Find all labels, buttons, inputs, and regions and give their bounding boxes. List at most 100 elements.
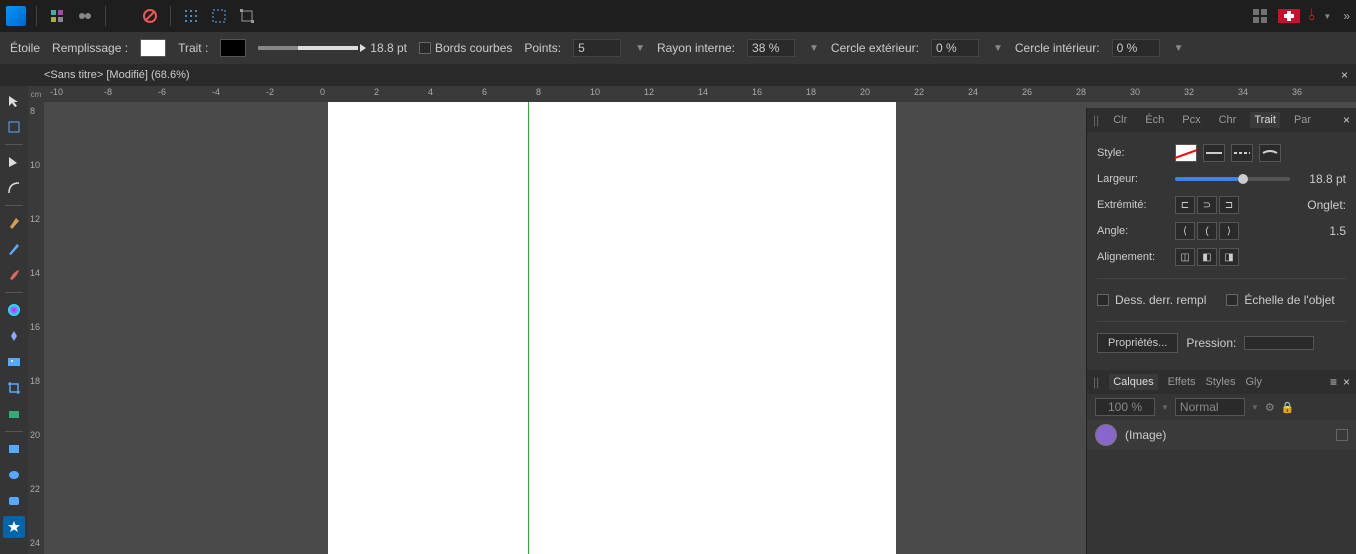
rounded-rect-tool-icon[interactable]: [3, 490, 25, 512]
move-tool-icon[interactable]: [3, 90, 25, 112]
fill-swatch[interactable]: [140, 39, 166, 57]
cap-square-button[interactable]: ⊐: [1219, 196, 1239, 214]
panel-close-icon[interactable]: ×: [1343, 375, 1350, 389]
panel-menu-icon[interactable]: ≡: [1330, 375, 1337, 389]
align-inside-button[interactable]: ◧: [1197, 248, 1217, 266]
separator: [36, 6, 37, 26]
stroke-label: Trait :: [178, 41, 208, 55]
pressure-curve-button[interactable]: [1244, 336, 1314, 350]
tab-character[interactable]: Chr: [1215, 112, 1241, 128]
fill-tool-icon[interactable]: [3, 299, 25, 321]
points-label: Points:: [524, 41, 561, 55]
outer-circle-label: Cercle extérieur:: [831, 41, 919, 55]
grid-dashed-icon[interactable]: [209, 6, 229, 26]
cap-butt-button[interactable]: ⊏: [1175, 196, 1195, 214]
tab-effects[interactable]: Effets: [1168, 376, 1196, 388]
corner-tool-icon[interactable]: [3, 177, 25, 199]
more-icon[interactable]: »: [1343, 9, 1350, 23]
persona-liquify-icon[interactable]: [75, 6, 95, 26]
close-document-icon[interactable]: ×: [1341, 68, 1348, 82]
outer-circle-input[interactable]: [931, 39, 979, 57]
canvas-viewport[interactable]: cm -10-8-6-4-202468101214161820222426283…: [28, 86, 1356, 554]
tab-glyphs[interactable]: Gly: [1246, 376, 1263, 388]
separator: [170, 6, 171, 26]
persona-designer-icon[interactable]: [47, 6, 67, 26]
inner-radius-label: Rayon interne:: [657, 41, 735, 55]
tab-layers[interactable]: Calques: [1109, 374, 1157, 390]
align-center-button[interactable]: ◫: [1175, 248, 1195, 266]
layer-lock-icon[interactable]: 🔒: [1281, 401, 1295, 414]
tab-paragraph[interactable]: Par: [1290, 112, 1315, 128]
align-outside-button[interactable]: ◨: [1219, 248, 1239, 266]
tab-color[interactable]: Clr: [1109, 112, 1131, 128]
vertical-ruler[interactable]: 81012141618202224: [28, 102, 44, 554]
panel-close-icon[interactable]: ×: [1343, 113, 1350, 127]
tab-brushes[interactable]: Pcx: [1178, 112, 1204, 128]
tool-column: [0, 86, 28, 554]
pencil-tool-icon[interactable]: [3, 238, 25, 260]
brush-tool-icon[interactable]: [3, 264, 25, 286]
tab-styles[interactable]: Styles: [1206, 376, 1236, 388]
ruler-unit-label: cm: [28, 86, 44, 102]
style-brush-button[interactable]: [1259, 144, 1281, 162]
transform-icon[interactable]: [237, 6, 257, 26]
join-round-button[interactable]: (: [1197, 222, 1217, 240]
layer-gear-icon[interactable]: ⚙: [1265, 401, 1275, 414]
pen-tool-icon[interactable]: [3, 212, 25, 234]
node-tool-icon[interactable]: [3, 151, 25, 173]
ellipse-tool-icon[interactable]: [3, 464, 25, 486]
layer-name: (Image): [1125, 428, 1166, 442]
join-miter-button[interactable]: ⟨: [1175, 222, 1195, 240]
view-grid-icon[interactable]: [1250, 6, 1270, 26]
separator: [105, 6, 106, 26]
draw-behind-checkbox[interactable]: Dess. derr. rempl: [1097, 293, 1206, 307]
fill-label: Remplissage :: [52, 41, 128, 55]
inner-circle-input[interactable]: [1112, 39, 1160, 57]
canvas-page[interactable]: [328, 102, 896, 554]
tool-name-label: Étoile: [10, 41, 40, 55]
magnet-snap-icon[interactable]: ⫰: [1308, 7, 1315, 25]
inner-circle-label: Cercle intérieur:: [1015, 41, 1100, 55]
transparency-tool-icon[interactable]: [3, 325, 25, 347]
stroke-width-slider[interactable]: [1175, 177, 1290, 181]
style-none-button[interactable]: [1175, 144, 1197, 162]
grid-dotted-icon[interactable]: [181, 6, 201, 26]
artboard-tool-icon[interactable]: [3, 116, 25, 138]
join-label: Angle:: [1097, 225, 1167, 237]
properties-button[interactable]: Propriétés...: [1097, 333, 1178, 353]
snap-dropdown-icon[interactable]: ▼: [1323, 12, 1331, 21]
layer-item[interactable]: (Image): [1087, 420, 1356, 450]
curved-edges-checkbox[interactable]: Bords courbes: [419, 41, 512, 55]
stroke-swatch[interactable]: [220, 39, 246, 57]
vector-crop-tool-icon[interactable]: [3, 403, 25, 425]
stroke-width-value[interactable]: 18.8 pt: [370, 41, 407, 55]
canvas-guide[interactable]: [528, 102, 529, 554]
style-label: Style:: [1097, 147, 1167, 159]
tab-stroke[interactable]: Trait: [1250, 112, 1280, 128]
place-image-tool-icon[interactable]: [3, 351, 25, 373]
layer-blend-select[interactable]: [1175, 398, 1245, 416]
tab-swatches[interactable]: Éch: [1141, 112, 1168, 128]
cap-round-button[interactable]: ⊃: [1197, 196, 1217, 214]
star-tool-icon[interactable]: [3, 516, 25, 538]
points-input[interactable]: [573, 39, 621, 57]
layer-thumbnail-icon: [1095, 424, 1117, 446]
horizontal-ruler[interactable]: -10-8-6-4-202468101214161820222426283032…: [44, 86, 1356, 102]
scale-object-checkbox[interactable]: Échelle de l'objet: [1226, 293, 1334, 307]
miter-value[interactable]: 1.5: [1298, 224, 1346, 238]
swiss-flag-icon[interactable]: [1278, 9, 1300, 23]
miter-label: Onglet:: [1307, 198, 1346, 212]
rectangle-tool-icon[interactable]: [3, 438, 25, 460]
document-title[interactable]: <Sans titre> [Modifié] (68.6%): [44, 69, 190, 81]
no-sync-icon[interactable]: [140, 6, 160, 26]
stroke-preview-icon[interactable]: [258, 46, 358, 50]
style-dashed-button[interactable]: [1231, 144, 1253, 162]
layer-visibility-checkbox[interactable]: [1336, 429, 1348, 441]
join-bevel-button[interactable]: ⟩: [1219, 222, 1239, 240]
inner-radius-input[interactable]: [747, 39, 795, 57]
align-label: Alignement:: [1097, 251, 1167, 263]
crop-tool-icon[interactable]: [3, 377, 25, 399]
layer-opacity-input[interactable]: [1095, 398, 1155, 416]
style-solid-button[interactable]: [1203, 144, 1225, 162]
stroke-panel-tabs: || Clr Éch Pcx Chr Trait Par ×: [1087, 108, 1356, 132]
